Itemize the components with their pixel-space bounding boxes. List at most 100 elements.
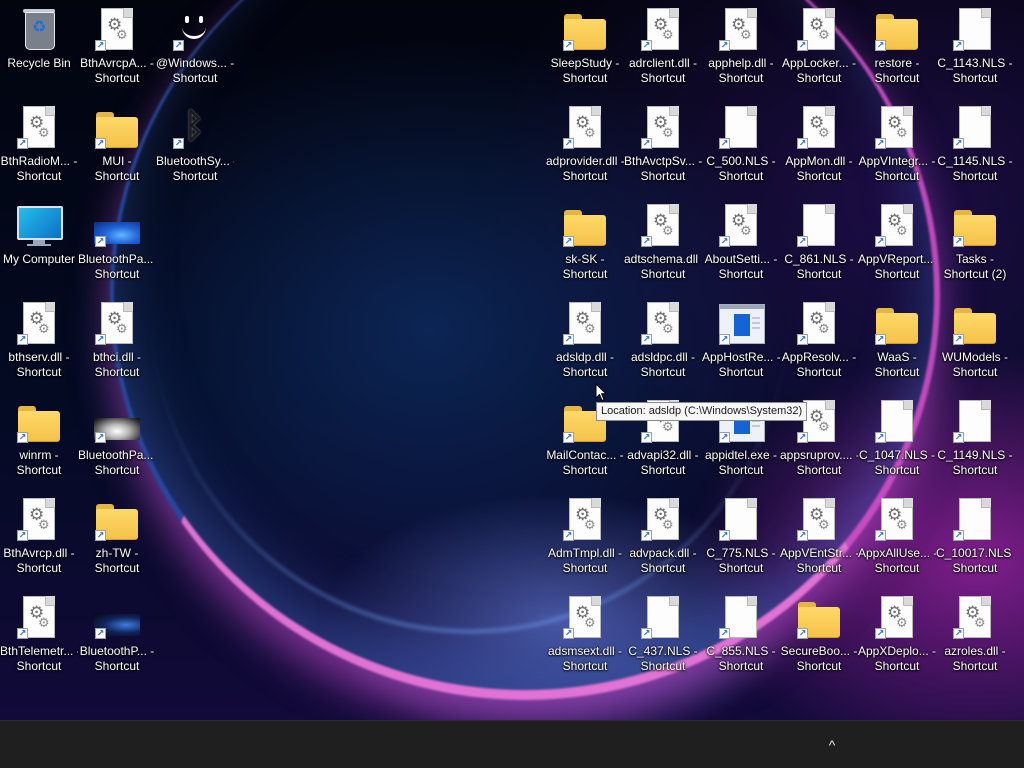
desktop-icon[interactable]: ⚙ ⚙ ↗ BthAvrcp.dll - Shortcut [0, 492, 78, 584]
desktop-icon[interactable]: ⚙ ⚙ ↗ BthAvctpSv... - Shortcut [624, 100, 702, 192]
desktop-icon[interactable]: ⚙ ⚙ ↗ adsmsext.dll - Shortcut [546, 590, 624, 682]
desktop-icon[interactable]: ↗ Tasks - Shortcut (2) [936, 198, 1014, 290]
desktop-icon-label: AppxAllUse... - Shortcut [858, 546, 936, 575]
desktop-icon[interactable]: ↗ SleepStudy - Shortcut [546, 2, 624, 94]
desktop-icon[interactable]: ⚙ ⚙ ↗ adrclient.dll - Shortcut [624, 2, 702, 94]
shortcut-arrow-icon: ↗ [563, 432, 574, 443]
desktop-icon[interactable]: ⚙ ⚙ ↗ AppResolv... - Shortcut [780, 296, 858, 388]
shortcut-arrow-icon: ↗ [797, 432, 808, 443]
desktop-icon-image: ↗ [561, 6, 609, 54]
desktop-icon[interactable]: ⚙ ⚙ ↗ adsldp.dll - Shortcut [546, 296, 624, 388]
desktop-icon[interactable]: ⚙ ⚙ ↗ advpack.dll - Shortcut [624, 492, 702, 584]
desktop-icon[interactable]: ↗ C_500.NLS - Shortcut [702, 100, 780, 192]
desktop-icon-image: ⚙⚙↗ [561, 104, 609, 152]
desktop-icon[interactable]: ↗ C_855.NLS - Shortcut [702, 590, 780, 682]
desktop-icon[interactable]: ↗ AppHostRe... - Shortcut [702, 296, 780, 388]
desktop-icon[interactable]: ↗ WUModels - Shortcut [936, 296, 1014, 388]
desktop-icon[interactable]: ⚙ ⚙ ↗ adtschema.dll - Shortcut [624, 198, 702, 290]
desktop-icon-label: adsmsext.dll - Shortcut [547, 644, 623, 673]
desktop-icon[interactable]: ⚙ ⚙ ↗ BthTelemetr... - Shortcut [0, 590, 78, 682]
desktop-icon[interactable]: ↗ C_861.NLS - Shortcut [780, 198, 858, 290]
desktop-icon[interactable]: ↗ C_10017.NLS - Shortcut [936, 492, 1014, 584]
shortcut-arrow-icon: ↗ [719, 236, 730, 247]
desktop-icon[interactable]: ⚙ ⚙ ↗ azroles.dll - Shortcut [936, 590, 1014, 682]
desktop-icon[interactable]: ⚙ ⚙ ↗ AppVEntStr... - Shortcut [780, 492, 858, 584]
desktop-icon-label: AppMon.dll - Shortcut [785, 154, 853, 183]
desktop-icon-image: ↗ [795, 594, 843, 642]
desktop-icon[interactable]: ↗ @Windows... - Shortcut [156, 2, 234, 94]
shortcut-arrow-icon: ↗ [641, 334, 652, 345]
desktop-icon-label: C_1143.NLS - Shortcut [937, 56, 1013, 85]
shortcut-arrow-icon: ↗ [953, 628, 964, 639]
desktop-icon[interactable]: ⚙ ⚙ ↗ BthAvrcpA... - Shortcut [78, 2, 156, 94]
desktop-icon-image: ⚙⚙↗ [717, 202, 765, 250]
desktop-icon[interactable]: ↗ C_1145.NLS - Shortcut [936, 100, 1014, 192]
desktop-icon[interactable]: ⚙ ⚙ ↗ bthserv.dll - Shortcut [0, 296, 78, 388]
desktop-icon-image: ↗ [795, 202, 843, 250]
desktop-icon[interactable]: ⚙ ⚙ ↗ AppMon.dll - Shortcut [780, 100, 858, 192]
desktop-icon-label: apphelp.dll - Shortcut [708, 56, 774, 85]
desktop-icon[interactable]: ↗ restore - Shortcut [858, 2, 936, 94]
desktop-icon-label: C_500.NLS - Shortcut [706, 154, 776, 183]
desktop-icon[interactable]: ⚙ ⚙ ↗ AboutSetti... - Shortcut [702, 198, 780, 290]
desktop-icon[interactable]: ♻ Recycle Bin [0, 2, 78, 94]
shortcut-arrow-icon: ↗ [641, 432, 652, 443]
desktop-icon[interactable]: ↗ sk-SK - Shortcut [546, 198, 624, 290]
desktop[interactable]: ♻ Recycle Bin ⚙ ⚙ ↗ BthAvrcpA... - Shortcut ↗ @W… [0, 0, 1024, 720]
shortcut-arrow-icon: ↗ [173, 40, 184, 51]
shortcut-arrow-icon: ↗ [719, 628, 730, 639]
desktop-icon-label: restore - Shortcut [874, 56, 920, 85]
desktop-icon[interactable]: ↗ C_437.NLS - Shortcut [624, 590, 702, 682]
desktop-icon[interactable]: ᛒ ↗ BluetoothSy... - Shortcut [156, 100, 234, 192]
shortcut-arrow-icon: ↗ [17, 138, 28, 149]
desktop-icon[interactable]: ⚙ ⚙ ↗ adprovider.dll - Shortcut [546, 100, 624, 192]
desktop-icon[interactable]: ↗ BluetoothPa... - Shortcut [78, 198, 156, 290]
shortcut-arrow-icon: ↗ [641, 138, 652, 149]
desktop-icon[interactable]: ↗ MUI - Shortcut [78, 100, 156, 192]
shortcut-arrow-icon: ↗ [797, 530, 808, 541]
desktop-icon[interactable]: ⚙ ⚙ ↗ adsldpc.dll - Shortcut [624, 296, 702, 388]
desktop-icon[interactable]: ↗ C_775.NLS - Shortcut [702, 492, 780, 584]
desktop-icon[interactable]: ↗ SecureBoo... - Shortcut [780, 590, 858, 682]
desktop-icon-image: ⚙⚙↗ [873, 104, 921, 152]
desktop-icon-label: adprovider.dll - Shortcut [546, 154, 624, 183]
desktop-icon[interactable]: ⚙ ⚙ ↗ AppxAllUse... - Shortcut [858, 492, 936, 584]
desktop-icon-label: Recycle Bin [7, 56, 71, 70]
desktop-icon[interactable]: ↗ WaaS - Shortcut [858, 296, 936, 388]
desktop-icon[interactable]: ⚙ ⚙ ↗ AppLocker... - Shortcut [780, 2, 858, 94]
desktop-icon[interactable]: ↗ winrm - Shortcut [0, 394, 78, 486]
desktop-icon[interactable]: My Computer [0, 198, 78, 290]
desktop-icon-image: ⚙⚙↗ [561, 594, 609, 642]
desktop-icon[interactable]: ⚙ ⚙ ↗ AppXDeplo... - Shortcut [858, 590, 936, 682]
desktop-icon-image: ⚙⚙↗ [873, 594, 921, 642]
desktop-icon-label: @Windows... - Shortcut [156, 56, 234, 85]
desktop-icon[interactable]: ↗ C_1047.NLS - Shortcut [858, 394, 936, 486]
desktop-icon-label: zh-TW - Shortcut [94, 546, 140, 575]
desktop-icon[interactable]: ⚙ ⚙ ↗ BthRadioM... - Shortcut [0, 100, 78, 192]
desktop-icon[interactable]: ⚙ ⚙ ↗ AppVReport... - Shortcut [858, 198, 936, 290]
desktop-icon-image: ↗ [639, 594, 687, 642]
desktop-icon-image: ⚙⚙↗ [93, 300, 141, 348]
desktop-icon-image: ⚙⚙↗ [15, 300, 63, 348]
show-hidden-icons-chevron-icon[interactable]: ^ [820, 733, 844, 757]
desktop-icon[interactable]: ⚙ ⚙ ↗ bthci.dll - Shortcut [78, 296, 156, 388]
shortcut-arrow-icon: ↗ [797, 236, 808, 247]
desktop-icon-label: bthci.dll - Shortcut [92, 350, 142, 379]
desktop-icon[interactable]: ↗ C_1143.NLS - Shortcut [936, 2, 1014, 94]
desktop-icon-image: ⚙⚙↗ [561, 496, 609, 544]
shortcut-arrow-icon: ↗ [875, 40, 886, 51]
desktop-icon[interactable]: ⚙ ⚙ ↗ AppVIntegr... - Shortcut [858, 100, 936, 192]
desktop-icon-label: C_437.NLS - Shortcut [628, 644, 698, 673]
desktop-icon[interactable]: ⚙ ⚙ ↗ apphelp.dll - Shortcut [702, 2, 780, 94]
desktop-icon[interactable]: ↗ zh-TW - Shortcut [78, 492, 156, 584]
desktop-icon-label: adtschema.dll - Shortcut [624, 252, 702, 281]
desktop-icon-image: ↗ [951, 300, 999, 348]
shortcut-arrow-icon: ↗ [953, 40, 964, 51]
desktop-icon[interactable]: ↗ BluetoothPa... - Shortcut [78, 394, 156, 486]
desktop-icon-label: C_775.NLS - Shortcut [706, 546, 776, 575]
desktop-icon[interactable]: ↗ BluetoothP... - Shortcut [78, 590, 156, 682]
desktop-icon-label: C_10017.NLS - Shortcut [936, 546, 1014, 575]
desktop-icon[interactable]: ↗ C_1149.NLS - Shortcut [936, 394, 1014, 486]
shortcut-arrow-icon: ↗ [953, 432, 964, 443]
desktop-icon[interactable]: ⚙ ⚙ ↗ AdmTmpl.dll - Shortcut [546, 492, 624, 584]
